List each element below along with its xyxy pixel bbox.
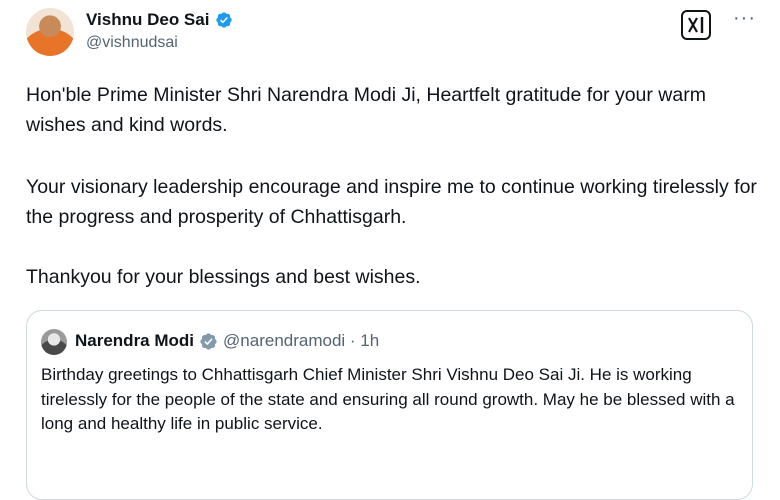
author-display-name[interactable]: Vishnu Deo Sai [86, 10, 209, 30]
more-icon[interactable]: ··· [733, 8, 756, 28]
author-handle[interactable]: @vishnudsai [86, 34, 178, 52]
quoted-text: Birthday greetings to Chhattisgarh Chief… [41, 365, 735, 433]
quoted-author-avatar[interactable] [41, 329, 67, 355]
verified-badge-icon [216, 12, 233, 28]
quoted-tweet[interactable]: Narendra Modi @narendramodi · 1h Birthda… [26, 310, 753, 500]
author-avatar[interactable] [26, 8, 74, 56]
verified-badge-icon [200, 332, 217, 350]
quoted-header: Narendra Modi @narendramodi · 1h [75, 331, 379, 351]
grok-icon [688, 17, 704, 33]
quoted-display-name[interactable]: Narendra Modi [75, 331, 194, 351]
quoted-handle-time[interactable]: @narendramodi · 1h [223, 331, 379, 351]
author-name-row: Vishnu Deo Sai [86, 10, 233, 30]
tweet-paragraph-1: Hon'ble Prime Minister Shri Narendra Mod… [26, 84, 706, 136]
tweet-paragraph-3: Thankyou for your blessings and best wis… [26, 266, 421, 288]
tweet-paragraph-2: Your visionary leadership encourage and … [26, 176, 757, 228]
grok-button[interactable] [681, 10, 711, 40]
